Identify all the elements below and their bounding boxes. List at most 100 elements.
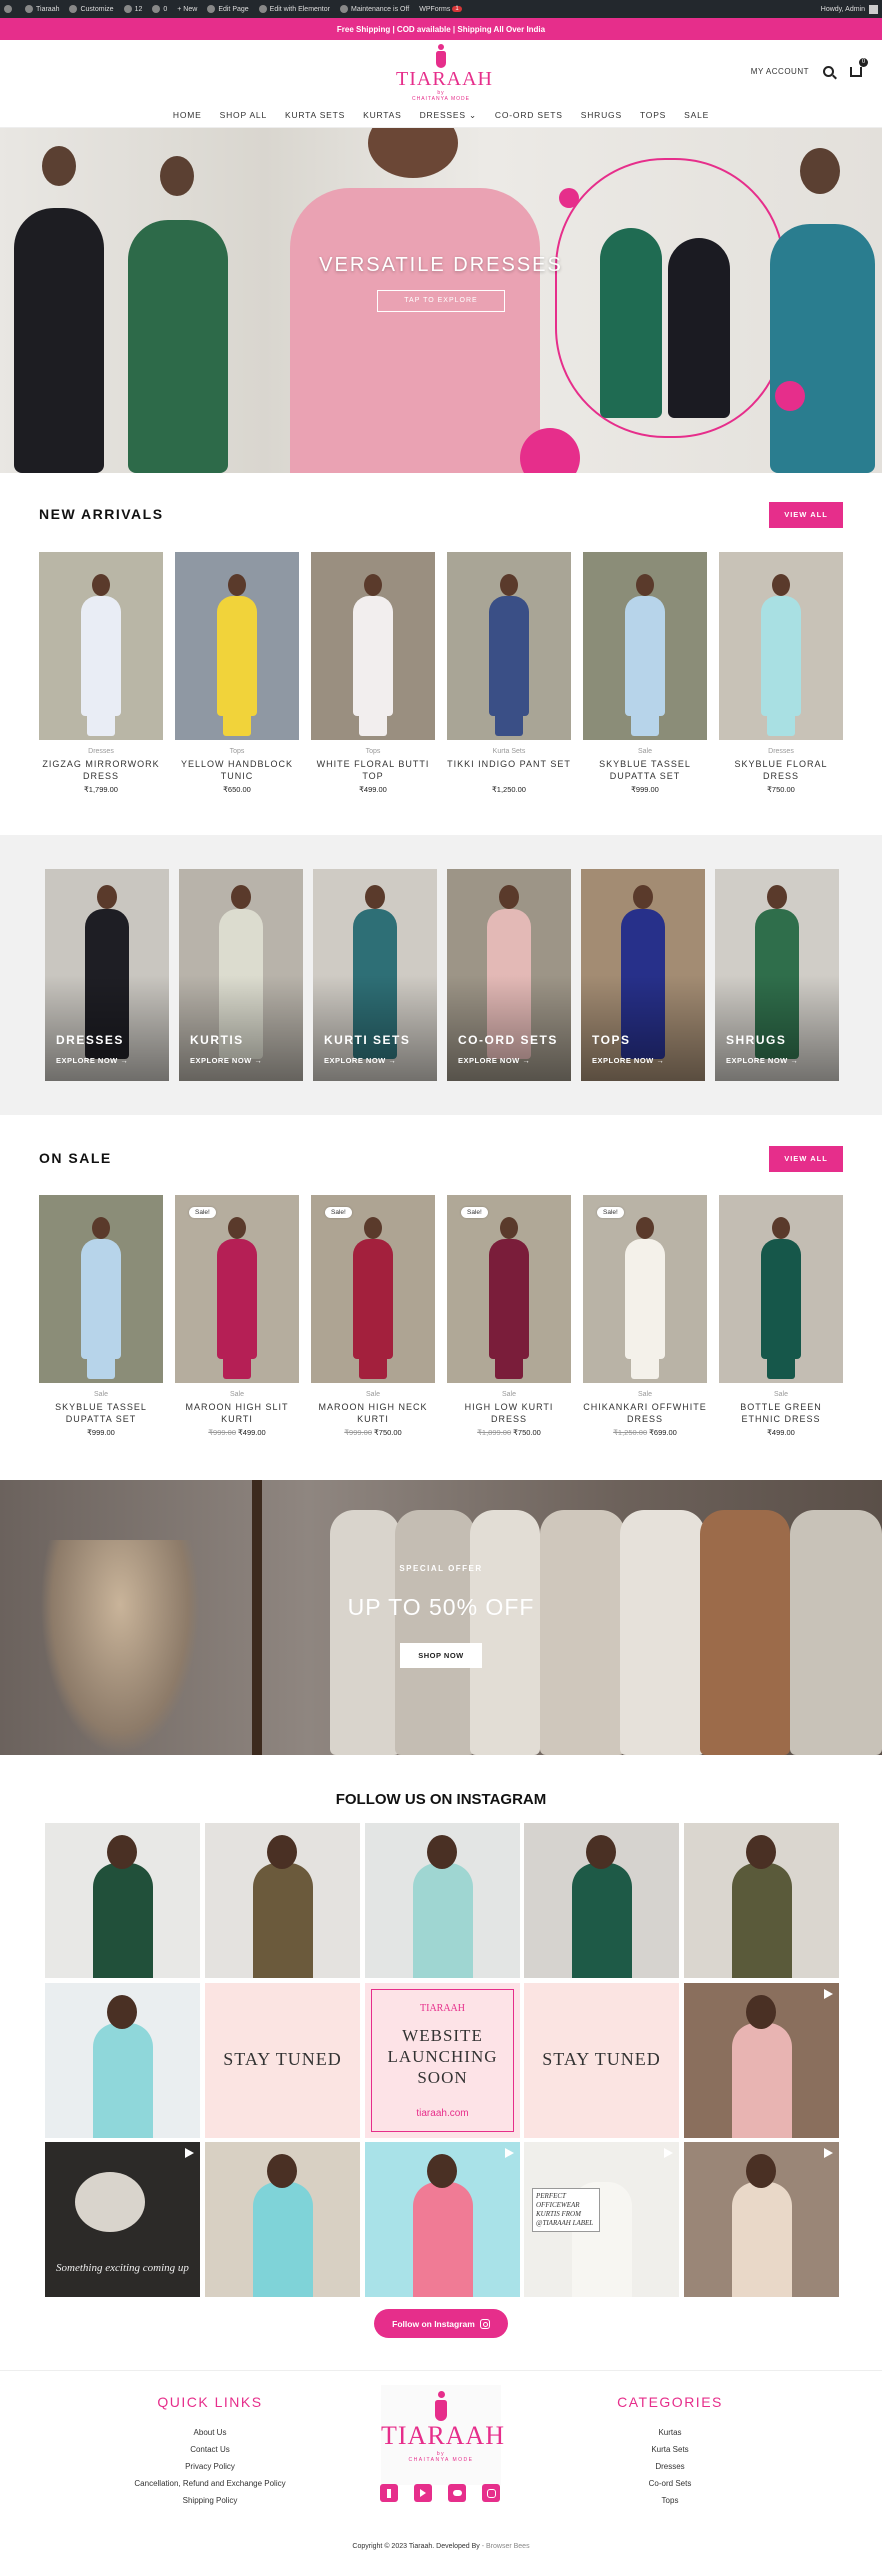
on-sale-view-all-button[interactable]: VIEW ALL bbox=[769, 1146, 843, 1172]
product-name[interactable]: ZIGZAG MIRRORWORK DRESS bbox=[39, 758, 163, 782]
product-image[interactable] bbox=[719, 1195, 843, 1383]
twitter-icon[interactable] bbox=[448, 2484, 466, 2502]
product-name[interactable]: SKYBLUE FLORAL DRESS bbox=[719, 758, 843, 782]
nav-shop-all[interactable]: SHOP ALL bbox=[220, 110, 267, 121]
instagram-post[interactable] bbox=[365, 1823, 520, 1978]
instagram-post[interactable] bbox=[524, 1823, 679, 1978]
category-card[interactable]: DRESSES EXPLORE NOW → bbox=[45, 869, 169, 1081]
nav-co-ord-sets[interactable]: CO-ORD SETS bbox=[495, 110, 563, 121]
product-name[interactable]: TIKKI INDIGO PANT SET bbox=[447, 758, 571, 782]
admin-new[interactable]: + New bbox=[177, 6, 197, 13]
product-card[interactable]: Sale SKYBLUE TASSEL DUPATTA SET ₹999.00 bbox=[39, 1195, 163, 1437]
product-image[interactable] bbox=[39, 552, 163, 740]
instagram-post[interactable]: STAY TUNED bbox=[205, 1983, 360, 2138]
shop-now-button[interactable]: SHOP NOW bbox=[400, 1643, 482, 1668]
category-explore-link[interactable]: EXPLORE NOW → bbox=[190, 1056, 262, 1065]
product-card[interactable]: Sale! Sale CHIKANKARI OFFWHITE DRESS ₹1,250… bbox=[583, 1195, 707, 1437]
product-name[interactable]: CHIKANKARI OFFWHITE DRESS bbox=[583, 1401, 707, 1425]
footer-cat-co-ord-sets[interactable]: Co-ord Sets bbox=[570, 2475, 770, 2492]
product-image[interactable]: Sale! bbox=[175, 1195, 299, 1383]
admin-site-name[interactable]: Tiaraah bbox=[25, 5, 59, 13]
instagram-post[interactable] bbox=[684, 1983, 839, 2138]
product-image[interactable] bbox=[311, 552, 435, 740]
instagram-post[interactable]: TIARAAH WEBSITE LAUNCHING SOON tiaraah.com bbox=[365, 1983, 520, 2138]
footer-cat-tops[interactable]: Tops bbox=[570, 2492, 770, 2509]
my-account-link[interactable]: MY ACCOUNT bbox=[751, 67, 809, 76]
nav-sale[interactable]: SALE bbox=[684, 110, 709, 121]
footer-cat-kurta-sets[interactable]: Kurta Sets bbox=[570, 2441, 770, 2458]
product-image[interactable]: Sale! bbox=[583, 1195, 707, 1383]
category-explore-link[interactable]: EXPLORE NOW → bbox=[458, 1056, 530, 1065]
footer-link-contact[interactable]: Contact Us bbox=[60, 2441, 360, 2458]
footer-link-privacy[interactable]: Privacy Policy bbox=[60, 2458, 360, 2475]
product-card[interactable]: Dresses ZIGZAG MIRRORWORK DRESS ₹1,799.00 bbox=[39, 552, 163, 794]
nav-kurtas[interactable]: KURTAS bbox=[363, 110, 402, 121]
product-name[interactable]: WHITE FLORAL BUTTI TOP bbox=[311, 758, 435, 782]
category-card[interactable]: TOPS EXPLORE NOW → bbox=[581, 869, 705, 1081]
admin-maintenance[interactable]: Maintenance is Off bbox=[339, 5, 409, 13]
admin-customize[interactable]: Customize bbox=[69, 5, 114, 13]
new-arrivals-view-all-button[interactable]: VIEW ALL bbox=[769, 502, 843, 528]
admin-elementor[interactable]: Edit with Elementor bbox=[258, 5, 330, 13]
product-card[interactable]: Tops WHITE FLORAL BUTTI TOP ₹499.00 bbox=[311, 552, 435, 794]
product-image[interactable] bbox=[175, 552, 299, 740]
instagram-post[interactable] bbox=[365, 2142, 520, 2297]
category-explore-link[interactable]: EXPLORE NOW → bbox=[56, 1056, 128, 1065]
footer-link-about[interactable]: About Us bbox=[60, 2424, 360, 2441]
product-image[interactable] bbox=[447, 552, 571, 740]
product-image[interactable] bbox=[39, 1195, 163, 1383]
product-card[interactable]: Sale! Sale MAROON HIGH SLIT KURTI ₹999.00 ₹4… bbox=[175, 1195, 299, 1437]
admin-wpforms[interactable]: WPForms 1 bbox=[419, 6, 462, 13]
footer-cat-kurtas[interactable]: Kurtas bbox=[570, 2424, 770, 2441]
footer-link-refund[interactable]: Cancellation, Refund and Exchange Policy bbox=[60, 2475, 360, 2492]
product-card[interactable]: Dresses SKYBLUE FLORAL DRESS ₹750.00 bbox=[719, 552, 843, 794]
youtube-icon[interactable] bbox=[414, 2484, 432, 2502]
product-card[interactable]: Sale SKYBLUE TASSEL DUPATTA SET ₹999.00 bbox=[583, 552, 707, 794]
product-card[interactable]: Sale! Sale MAROON HIGH NECK KURTI ₹999.00 ₹7… bbox=[311, 1195, 435, 1437]
product-name[interactable]: MAROON HIGH SLIT KURTI bbox=[175, 1401, 299, 1425]
product-name[interactable]: SKYBLUE TASSEL DUPATTA SET bbox=[39, 1401, 163, 1425]
admin-comments[interactable]: 0 bbox=[152, 5, 167, 13]
product-card[interactable]: Tops YELLOW HANDBLOCK TUNIC ₹650.00 bbox=[175, 552, 299, 794]
category-card[interactable]: KURTI SETS EXPLORE NOW → bbox=[313, 869, 437, 1081]
category-explore-link[interactable]: EXPLORE NOW → bbox=[324, 1056, 396, 1065]
admin-updates[interactable]: 12 bbox=[123, 5, 142, 13]
nav-home[interactable]: HOME bbox=[173, 110, 202, 121]
admin-edit-page[interactable]: Edit Page bbox=[207, 5, 249, 13]
category-card[interactable]: KURTIS EXPLORE NOW → bbox=[179, 869, 303, 1081]
product-card[interactable]: Sale BOTTLE GREEN ETHNIC DRESS ₹499.00 bbox=[719, 1195, 843, 1437]
admin-wp-logo[interactable] bbox=[4, 5, 15, 13]
product-name[interactable]: SKYBLUE TASSEL DUPATTA SET bbox=[583, 758, 707, 782]
product-image[interactable] bbox=[719, 552, 843, 740]
site-logo[interactable]: TIARAAH by CHAITANYA MODE bbox=[396, 44, 492, 106]
cart-icon[interactable]: 0 bbox=[850, 57, 868, 77]
product-name[interactable]: YELLOW HANDBLOCK TUNIC bbox=[175, 758, 299, 782]
product-image[interactable] bbox=[583, 552, 707, 740]
product-image[interactable]: Sale! bbox=[447, 1195, 571, 1383]
product-name[interactable]: MAROON HIGH NECK KURTI bbox=[311, 1401, 435, 1425]
footer-logo[interactable]: TIARAAH by CHAITANYA MODE bbox=[381, 2385, 504, 2485]
product-name[interactable]: HIGH LOW KURTI DRESS bbox=[447, 1401, 571, 1425]
instagram-post[interactable]: STAY TUNED bbox=[524, 1983, 679, 2138]
category-card[interactable]: SHRUGS EXPLORE NOW → bbox=[715, 869, 839, 1081]
category-explore-link[interactable]: EXPLORE NOW → bbox=[592, 1056, 664, 1065]
instagram-post[interactable] bbox=[45, 1983, 200, 2138]
instagram-post[interactable] bbox=[684, 2142, 839, 2297]
follow-instagram-button[interactable]: Follow on Instagram bbox=[374, 2309, 508, 2338]
developer-link[interactable]: - Browser Bees bbox=[482, 2543, 530, 2550]
hero-explore-button[interactable]: TAP TO EXPLORE bbox=[377, 290, 505, 312]
product-card[interactable]: Sale! Sale HIGH LOW KURTI DRESS ₹1,899.00 ₹7… bbox=[447, 1195, 571, 1437]
footer-cat-dresses[interactable]: Dresses bbox=[570, 2458, 770, 2475]
product-image[interactable]: Sale! bbox=[311, 1195, 435, 1383]
instagram-post[interactable] bbox=[45, 1823, 200, 1978]
search-icon[interactable] bbox=[823, 66, 834, 77]
product-card[interactable]: Kurta Sets TIKKI INDIGO PANT SET ₹1,250.00 bbox=[447, 552, 571, 794]
category-card[interactable]: CO-ORD SETS EXPLORE NOW → bbox=[447, 869, 571, 1081]
nav-tops[interactable]: TOPS bbox=[640, 110, 666, 121]
nav-dresses[interactable]: DRESSES ⌄ bbox=[420, 110, 477, 121]
instagram-post[interactable]: Something exciting coming up bbox=[45, 2142, 200, 2297]
instagram-post[interactable] bbox=[684, 1823, 839, 1978]
product-name[interactable]: BOTTLE GREEN ETHNIC DRESS bbox=[719, 1401, 843, 1425]
facebook-icon[interactable] bbox=[380, 2484, 398, 2502]
nav-shrugs[interactable]: SHRUGS bbox=[581, 110, 622, 121]
